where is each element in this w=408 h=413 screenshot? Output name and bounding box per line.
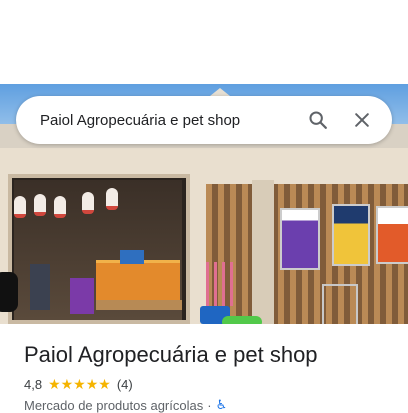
- photo-banner: [332, 204, 370, 266]
- place-title: Paiol Agropecuária e pet shop: [24, 342, 318, 367]
- photo-lamp: [14, 196, 26, 218]
- photo-broom: [230, 262, 233, 306]
- photo-chair: [322, 284, 358, 324]
- search-button[interactable]: [302, 104, 334, 136]
- photo-lamp: [82, 192, 94, 214]
- rating-row[interactable]: 4,8 ★★★★★ (4): [24, 376, 133, 393]
- photo-broom: [206, 262, 209, 306]
- photo-feed-stack: [96, 260, 180, 303]
- search-bar[interactable]: Paiol Agropecuária e pet shop: [16, 96, 392, 144]
- place-category: Mercado de produtos agrícolas: [24, 397, 204, 413]
- search-icon: [309, 111, 327, 129]
- photo-lamp: [54, 196, 66, 218]
- photo-pallet: [96, 300, 182, 310]
- photo-lamp: [34, 194, 46, 216]
- photo-lamp: [106, 188, 118, 210]
- search-input[interactable]: Paiol Agropecuária e pet shop: [40, 112, 290, 129]
- photo-banner: [280, 208, 320, 270]
- photo-broom: [222, 262, 225, 306]
- top-blank-area: [0, 0, 408, 84]
- star-rating-icons: ★★★★★: [48, 376, 111, 392]
- photo-pillar: [252, 180, 274, 324]
- photo-grill: [0, 272, 18, 312]
- photo-bag: [30, 264, 50, 310]
- photo-sack: [120, 250, 144, 264]
- photo-banner: [376, 206, 408, 264]
- category-row: Mercado de produtos agrícolas · ♿: [24, 397, 227, 413]
- review-count[interactable]: (4): [117, 377, 133, 392]
- separator-dot: ·: [207, 397, 212, 413]
- wheelchair-icon: ♿: [215, 397, 228, 412]
- clear-search-button[interactable]: [346, 104, 378, 136]
- photo-green-object: [222, 316, 262, 324]
- rating-value: 4,8: [24, 377, 43, 392]
- close-icon: [355, 113, 369, 127]
- photo-broom: [214, 262, 217, 306]
- photo-bag: [70, 278, 94, 314]
